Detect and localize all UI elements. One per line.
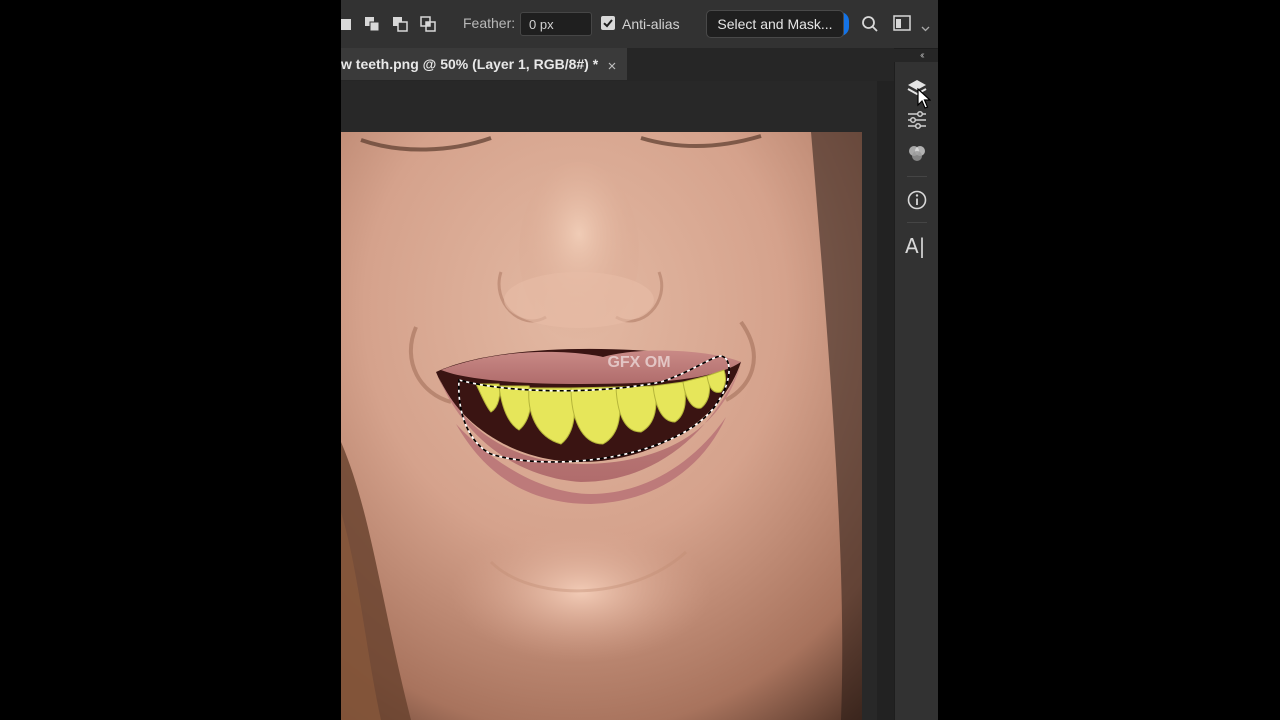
photoshop-window: Feather: Anti-alias Select and Mask... w… (341, 0, 938, 720)
channels-icon[interactable] (905, 141, 929, 165)
collapse-panels-icon[interactable]: ‹‹ (920, 50, 924, 61)
feather-input[interactable] (520, 12, 592, 36)
photo-canvas[interactable]: GFX OM (341, 132, 862, 720)
document-tab-title: w teeth.png @ 50% (Layer 1, RGB/8#) * (341, 56, 599, 72)
canvas-scrollbar[interactable] (877, 81, 894, 720)
subtract-selection-icon[interactable] (392, 16, 408, 32)
add-selection-icon[interactable] (364, 16, 380, 32)
search-icon[interactable] (861, 15, 879, 38)
strip-divider (907, 222, 927, 223)
workspace-icon[interactable] (893, 15, 911, 36)
document-tab-bar: w teeth.png @ 50% (Layer 1, RGB/8#) * (341, 48, 894, 80)
document-tab[interactable]: w teeth.png @ 50% (Layer 1, RGB/8#) * (341, 48, 627, 80)
watermark-text: GFX OM (607, 354, 670, 371)
anti-alias-label: Anti-alias (622, 16, 680, 32)
anti-alias-checkbox[interactable] (601, 16, 615, 30)
new-selection-icon[interactable] (341, 16, 353, 32)
info-icon[interactable] (905, 188, 929, 212)
chevron-down-icon[interactable] (921, 19, 930, 37)
feather-label: Feather: (463, 15, 516, 31)
panel-icon-strip: A| (894, 62, 938, 720)
character-icon-label: A| (905, 234, 926, 258)
select-and-mask-button[interactable]: Select and Mask... (706, 10, 844, 38)
strip-divider (907, 176, 927, 177)
canvas-area[interactable]: GFX OM (341, 81, 877, 720)
character-icon[interactable]: A| (905, 234, 929, 258)
intersect-selection-icon[interactable] (420, 16, 436, 32)
options-bar: Feather: Anti-alias Select and Mask... (341, 0, 938, 49)
mouse-cursor-icon (917, 87, 932, 115)
close-icon[interactable] (607, 58, 617, 76)
